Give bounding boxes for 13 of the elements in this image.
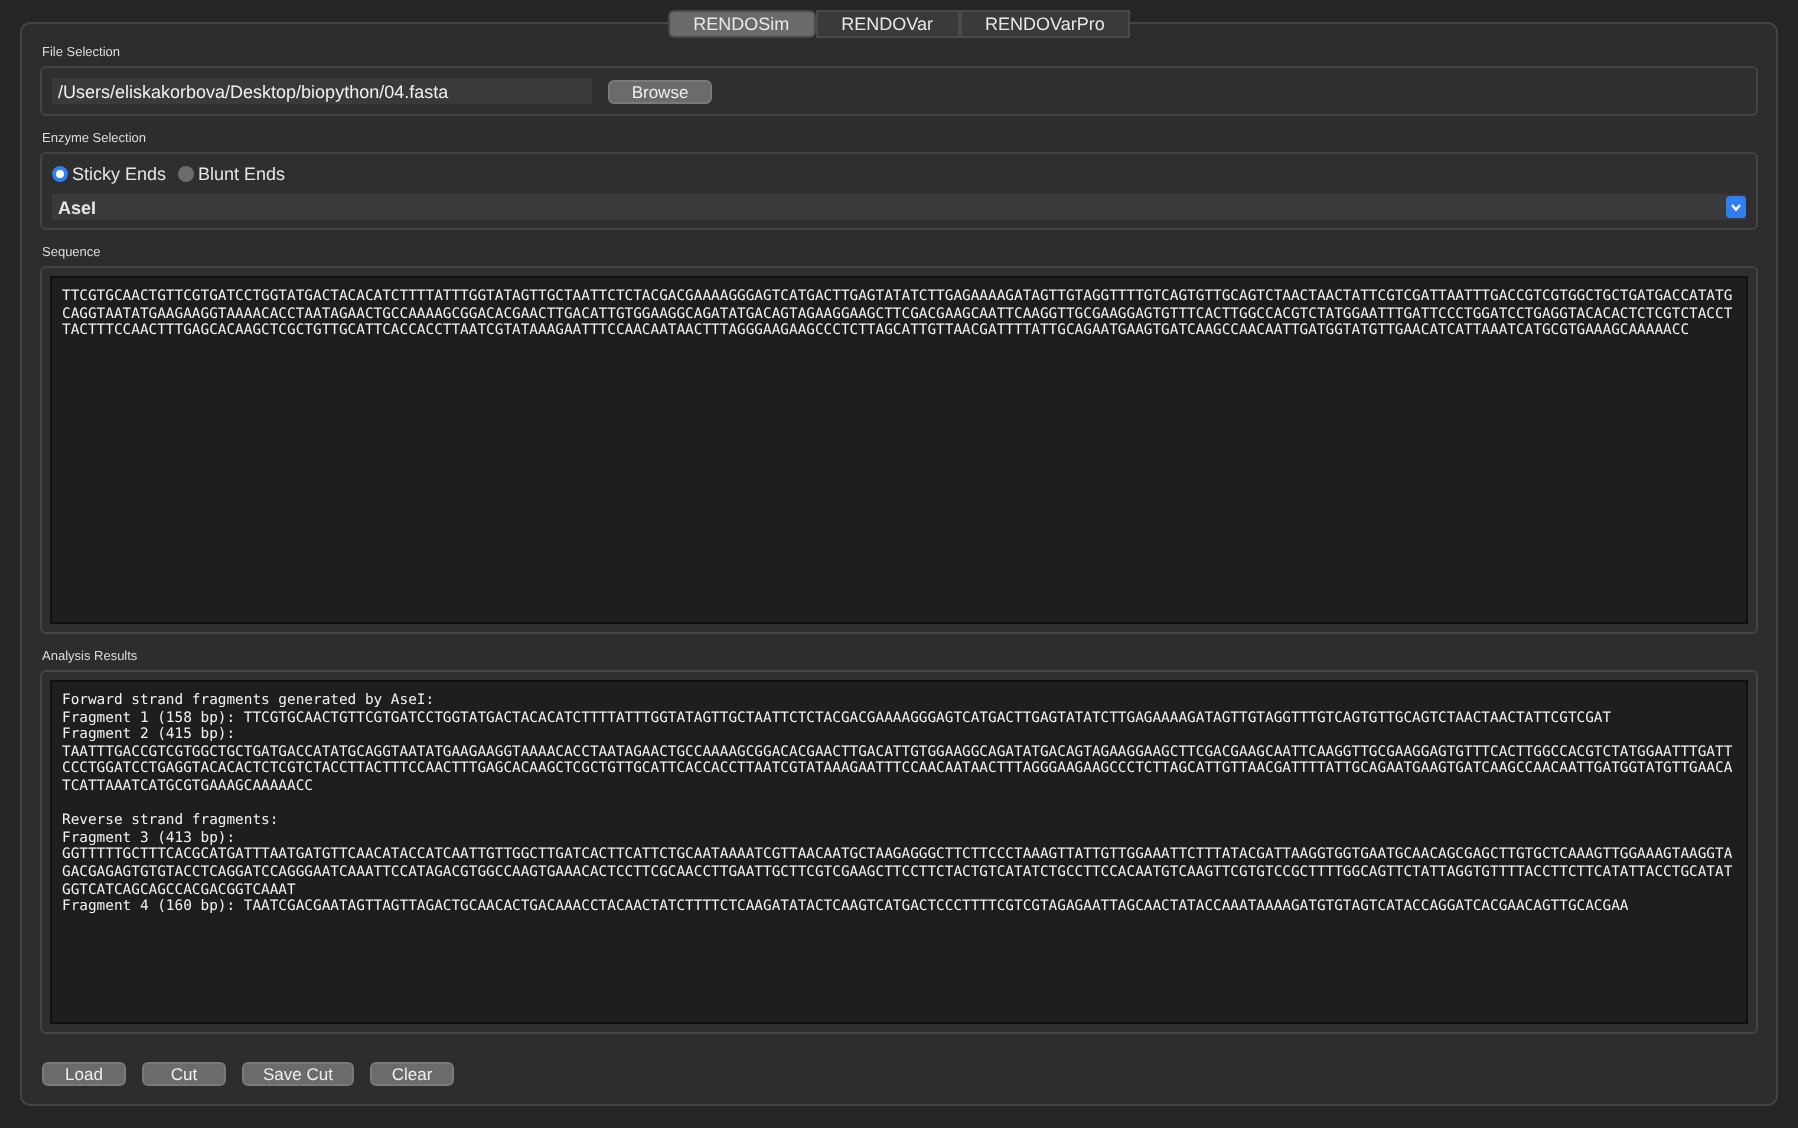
tab[interactable]: RENDOVar [815, 10, 959, 38]
tab[interactable]: RENDOVarPro [959, 10, 1131, 38]
radio-option[interactable]: Sticky Ends [52, 164, 167, 184]
browse-button[interactable]: Browse [608, 79, 712, 103]
action-button[interactable]: Cut [142, 1062, 226, 1086]
radio-option[interactable]: Blunt Ends [178, 164, 286, 184]
action-button[interactable]: Save Cut [242, 1062, 354, 1086]
enzyme-dropdown[interactable]: AseI [52, 194, 1746, 220]
file-path-field[interactable]: /Users/eliskakorbova/Desktop/biopython/04.fasta [52, 78, 592, 104]
action-button[interactable]: Load [42, 1062, 126, 1086]
chevron-down-icon [1726, 196, 1746, 218]
tab[interactable]: RENDOSim [667, 10, 816, 38]
action-button[interactable]: Clear [370, 1062, 454, 1086]
